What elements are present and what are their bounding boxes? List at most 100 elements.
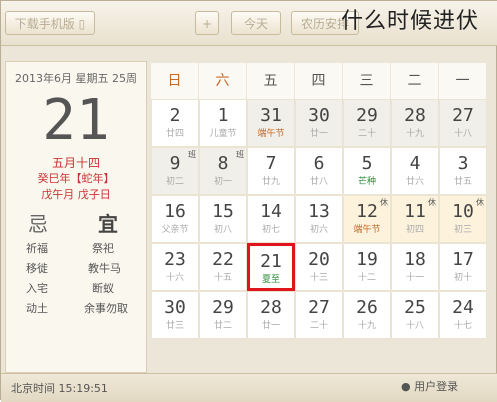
day-number: 13 xyxy=(308,201,330,222)
calendar-day-cell[interactable]: 30 廿三 xyxy=(151,291,199,339)
good-item: 断蚁 xyxy=(92,282,114,295)
calendar-day-cell[interactable]: 16 父亲节 xyxy=(151,195,199,243)
calendar-day-cell[interactable]: 8 初一班 xyxy=(199,147,247,195)
bad-item: 移徙 xyxy=(26,262,48,275)
calendar-day-cell[interactable]: 26 十九 xyxy=(343,291,391,339)
bad-item: 动土 xyxy=(26,302,48,315)
calendar-day-cell[interactable]: 24 十七 xyxy=(439,291,487,339)
day-number: 28 xyxy=(260,297,282,318)
lunar-label: 初三 xyxy=(453,225,472,235)
calendar-day-cell[interactable]: 23 十六 xyxy=(151,243,199,291)
calendar-day-cell[interactable]: 18 十一 xyxy=(391,243,439,291)
calendar-window: 下载手机版 ▯ + 今天 农历安排 什么时候进伏 2013年6月 星期五 25周… xyxy=(0,0,497,402)
calendar-day-cell[interactable]: 31 端午节 xyxy=(247,99,295,147)
day-number: 29 xyxy=(356,105,378,126)
lunar-label: 初八 xyxy=(213,225,232,235)
calendar-day-cell[interactable]: 11 初四休 xyxy=(391,195,439,243)
lunar-label: 初十 xyxy=(453,273,472,283)
day-number: 19 xyxy=(356,249,378,270)
lunar-label: 廿四 xyxy=(165,129,184,139)
calendar-day-cell[interactable]: 4 廿六 xyxy=(391,147,439,195)
login-button[interactable]: ● 用户登录 xyxy=(401,378,458,394)
lunar-label: 十九 xyxy=(357,321,376,331)
day-number: 6 xyxy=(313,153,325,174)
calendar-day-cell[interactable]: 10 初三休 xyxy=(439,195,487,243)
day-number: 7 xyxy=(265,153,277,174)
day-detail-panel: 2013年6月 星期五 25周 21 五月十四 癸巳年【蛇年】 戊午月 戊子日 … xyxy=(5,61,147,373)
calendar-grid: 一二三四五六日 27 十八 28 十九 29 二十 30 廿一 31 端午节 1 儿童节 2 廿四 3 廿五 4 廿… xyxy=(151,63,491,347)
calendar-day-cell[interactable]: 30 廿一 xyxy=(295,99,343,147)
calendar-day-cell[interactable]: 20 十三 xyxy=(295,243,343,291)
date-line: 2013年6月 星期五 25周 xyxy=(15,72,137,85)
calendar-day-cell[interactable]: 15 初八 xyxy=(199,195,247,243)
calendar-day-cell[interactable]: 12 端午节休 xyxy=(343,195,391,243)
calendar-day-cell[interactable]: 22 十五 xyxy=(199,243,247,291)
calendar-day-cell[interactable]: 29 廿二 xyxy=(199,291,247,339)
holiday-badge: 休 xyxy=(476,198,484,207)
calendar-day-cell[interactable]: 6 廿八 xyxy=(295,147,343,195)
day-number: 5 xyxy=(361,153,373,174)
calendar-day-cell[interactable]: 28 十九 xyxy=(391,99,439,147)
calendar-day-cell[interactable]: 14 初七 xyxy=(247,195,295,243)
lunar-label: 十五 xyxy=(213,273,232,283)
lunar-label: 端午节 xyxy=(353,225,381,235)
calendar-day-cell[interactable]: 28 廿一 xyxy=(247,291,295,339)
holiday-badge: 班 xyxy=(188,150,196,159)
calendar-day-cell[interactable]: 27 二十 xyxy=(295,291,343,339)
add-button[interactable]: + xyxy=(195,11,219,35)
calendar-day-cell[interactable]: 17 初十 xyxy=(439,243,487,291)
calendar-day-cell[interactable]: 3 廿五 xyxy=(439,147,487,195)
bad-item: 入宅 xyxy=(26,282,48,295)
day-number: 18 xyxy=(404,249,426,270)
lunar-label: 十二 xyxy=(357,273,376,283)
calendar-day-cell[interactable]: 1 儿童节 xyxy=(199,99,247,147)
calendar-day-cell[interactable]: 19 十二 xyxy=(343,243,391,291)
lunar-date: 五月十四 xyxy=(51,156,100,170)
day-number: 28 xyxy=(404,105,426,126)
user-icon: ● xyxy=(401,380,411,393)
day-number: 16 xyxy=(164,201,186,222)
day-number: 3 xyxy=(457,153,469,174)
lunar-label: 二十 xyxy=(357,129,376,139)
day-number: 30 xyxy=(164,297,186,318)
ganzhi-year: 癸巳年【蛇年】 xyxy=(37,172,115,185)
lunar-label: 廿六 xyxy=(405,177,424,187)
lunar-label: 廿九 xyxy=(261,177,280,187)
day-number: 22 xyxy=(212,249,234,270)
calendar-day-cell[interactable]: 25 十八 xyxy=(391,291,439,339)
calendar-day-cell[interactable]: 21 夏至 xyxy=(247,243,295,291)
day-number: 21 xyxy=(260,251,282,272)
day-number: 24 xyxy=(452,297,474,318)
download-label: 下载手机版 xyxy=(14,17,75,31)
lunar-label: 十六 xyxy=(165,273,184,283)
day-number: 17 xyxy=(452,249,474,270)
weekday-header: 四 xyxy=(295,63,343,99)
calendar-day-cell[interactable]: 7 廿九 xyxy=(247,147,295,195)
calendar-day-cell[interactable]: 29 二十 xyxy=(343,99,391,147)
calendar-day-cell[interactable]: 9 初二班 xyxy=(151,147,199,195)
overlay-caption: 什么时候进伏 xyxy=(341,9,480,34)
day-number: 31 xyxy=(260,105,282,126)
good-label: 宜 xyxy=(98,212,118,236)
day-number: 27 xyxy=(308,297,330,318)
good-item: 教牛马 xyxy=(88,262,121,275)
holiday-badge: 休 xyxy=(428,198,436,207)
login-label: 用户登录 xyxy=(414,380,459,393)
lunar-label: 十八 xyxy=(453,129,472,139)
weekday-header: 二 xyxy=(391,63,439,99)
lunar-label: 端午节 xyxy=(257,129,285,139)
lunar-label: 廿三 xyxy=(165,321,184,331)
calendar-day-cell[interactable]: 27 十八 xyxy=(439,99,487,147)
lunar-label: 父亲节 xyxy=(161,225,189,235)
today-button[interactable]: 今天 xyxy=(231,11,281,35)
good-item: 祭祀 xyxy=(92,242,114,255)
lunar-label: 十三 xyxy=(309,273,328,283)
calendar-day-cell[interactable]: 13 初六 xyxy=(295,195,343,243)
lunar-label: 廿一 xyxy=(261,321,280,331)
calendar-day-cell[interactable]: 2 廿四 xyxy=(151,99,199,147)
download-mobile-button[interactable]: 下载手机版 ▯ xyxy=(5,11,95,35)
day-number: 29 xyxy=(212,297,234,318)
day-number: 1 xyxy=(217,105,229,126)
calendar-day-cell[interactable]: 5 芒种 xyxy=(343,147,391,195)
day-number: 25 xyxy=(404,297,426,318)
